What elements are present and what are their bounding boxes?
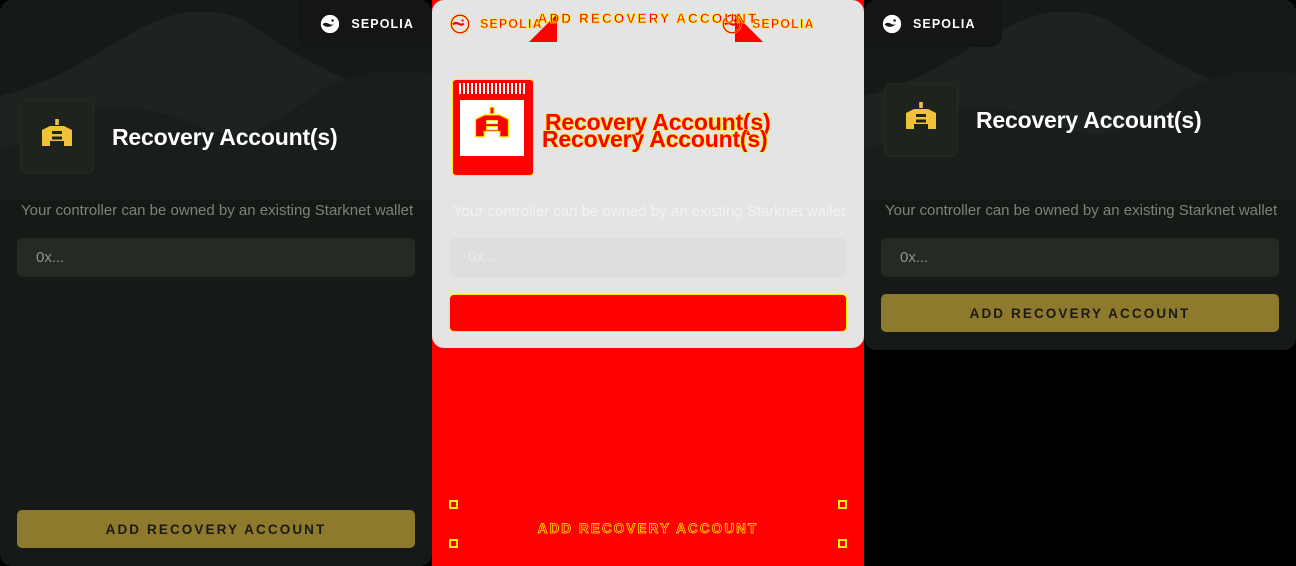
controller-logo-tile xyxy=(884,83,958,157)
new-description: Your controller can be owned by an exist… xyxy=(885,202,1278,219)
diff-page-title-b: Recovery Account(s) xyxy=(541,125,768,152)
diff-card: SEPOLIA SEPOLIA Recovery Account(s) Reco… xyxy=(432,0,864,348)
baseline-description: Your controller can be owned by an exist… xyxy=(21,202,414,219)
sepolia-network-icon xyxy=(882,14,902,34)
new-header: Recovery Account(s) xyxy=(884,83,1202,157)
cartridge-controller-icon xyxy=(37,119,77,155)
baseline-header: Recovery Account(s) xyxy=(20,100,338,174)
diff-viewer-stage: SEPOLIA Recovery Account(s) Your control… xyxy=(0,0,1296,566)
add-recovery-account-button[interactable]: ADD RECOVERY ACCOUNT xyxy=(881,294,1279,332)
diff-overflow-cta-label: ADD RECOVERY ACCOUNT xyxy=(537,521,759,537)
diff-controller-logo-tile xyxy=(452,79,534,176)
network-tab-new[interactable]: SEPOLIA xyxy=(864,0,1002,47)
diff-add-recovery-account-button xyxy=(449,294,847,332)
page-title: Recovery Account(s) xyxy=(112,123,338,150)
controller-logo-tile xyxy=(20,100,94,174)
recovery-address-input[interactable] xyxy=(17,238,415,277)
network-name-label: SEPOLIA xyxy=(351,16,414,31)
network-tab-baseline[interactable]: SEPOLIA xyxy=(298,0,432,47)
new-screenshot-panel: SEPOLIA Recovery Account(s) Your control… xyxy=(864,0,1296,350)
diff-panel: SEPOLIA SEPOLIA Recovery Account(s) Reco… xyxy=(432,0,864,566)
network-name-label: SEPOLIA xyxy=(913,16,976,31)
diff-cta-label: ADD RECOVERY ACCOUNT xyxy=(537,11,759,27)
background-hills xyxy=(0,0,432,566)
sepolia-network-icon xyxy=(320,14,340,34)
baseline-panel: SEPOLIA Recovery Account(s) Your control… xyxy=(0,0,432,566)
cartridge-controller-icon xyxy=(901,102,941,138)
diff-recovery-address-input: 0x... xyxy=(449,238,847,277)
diff-input-placeholder: 0x... xyxy=(468,248,497,265)
recovery-address-input[interactable] xyxy=(881,238,1279,277)
diff-description: Your controller can be owned by an exist… xyxy=(453,203,846,220)
page-title: Recovery Account(s) xyxy=(976,106,1202,133)
add-recovery-account-button[interactable]: ADD RECOVERY ACCOUNT xyxy=(17,510,415,548)
